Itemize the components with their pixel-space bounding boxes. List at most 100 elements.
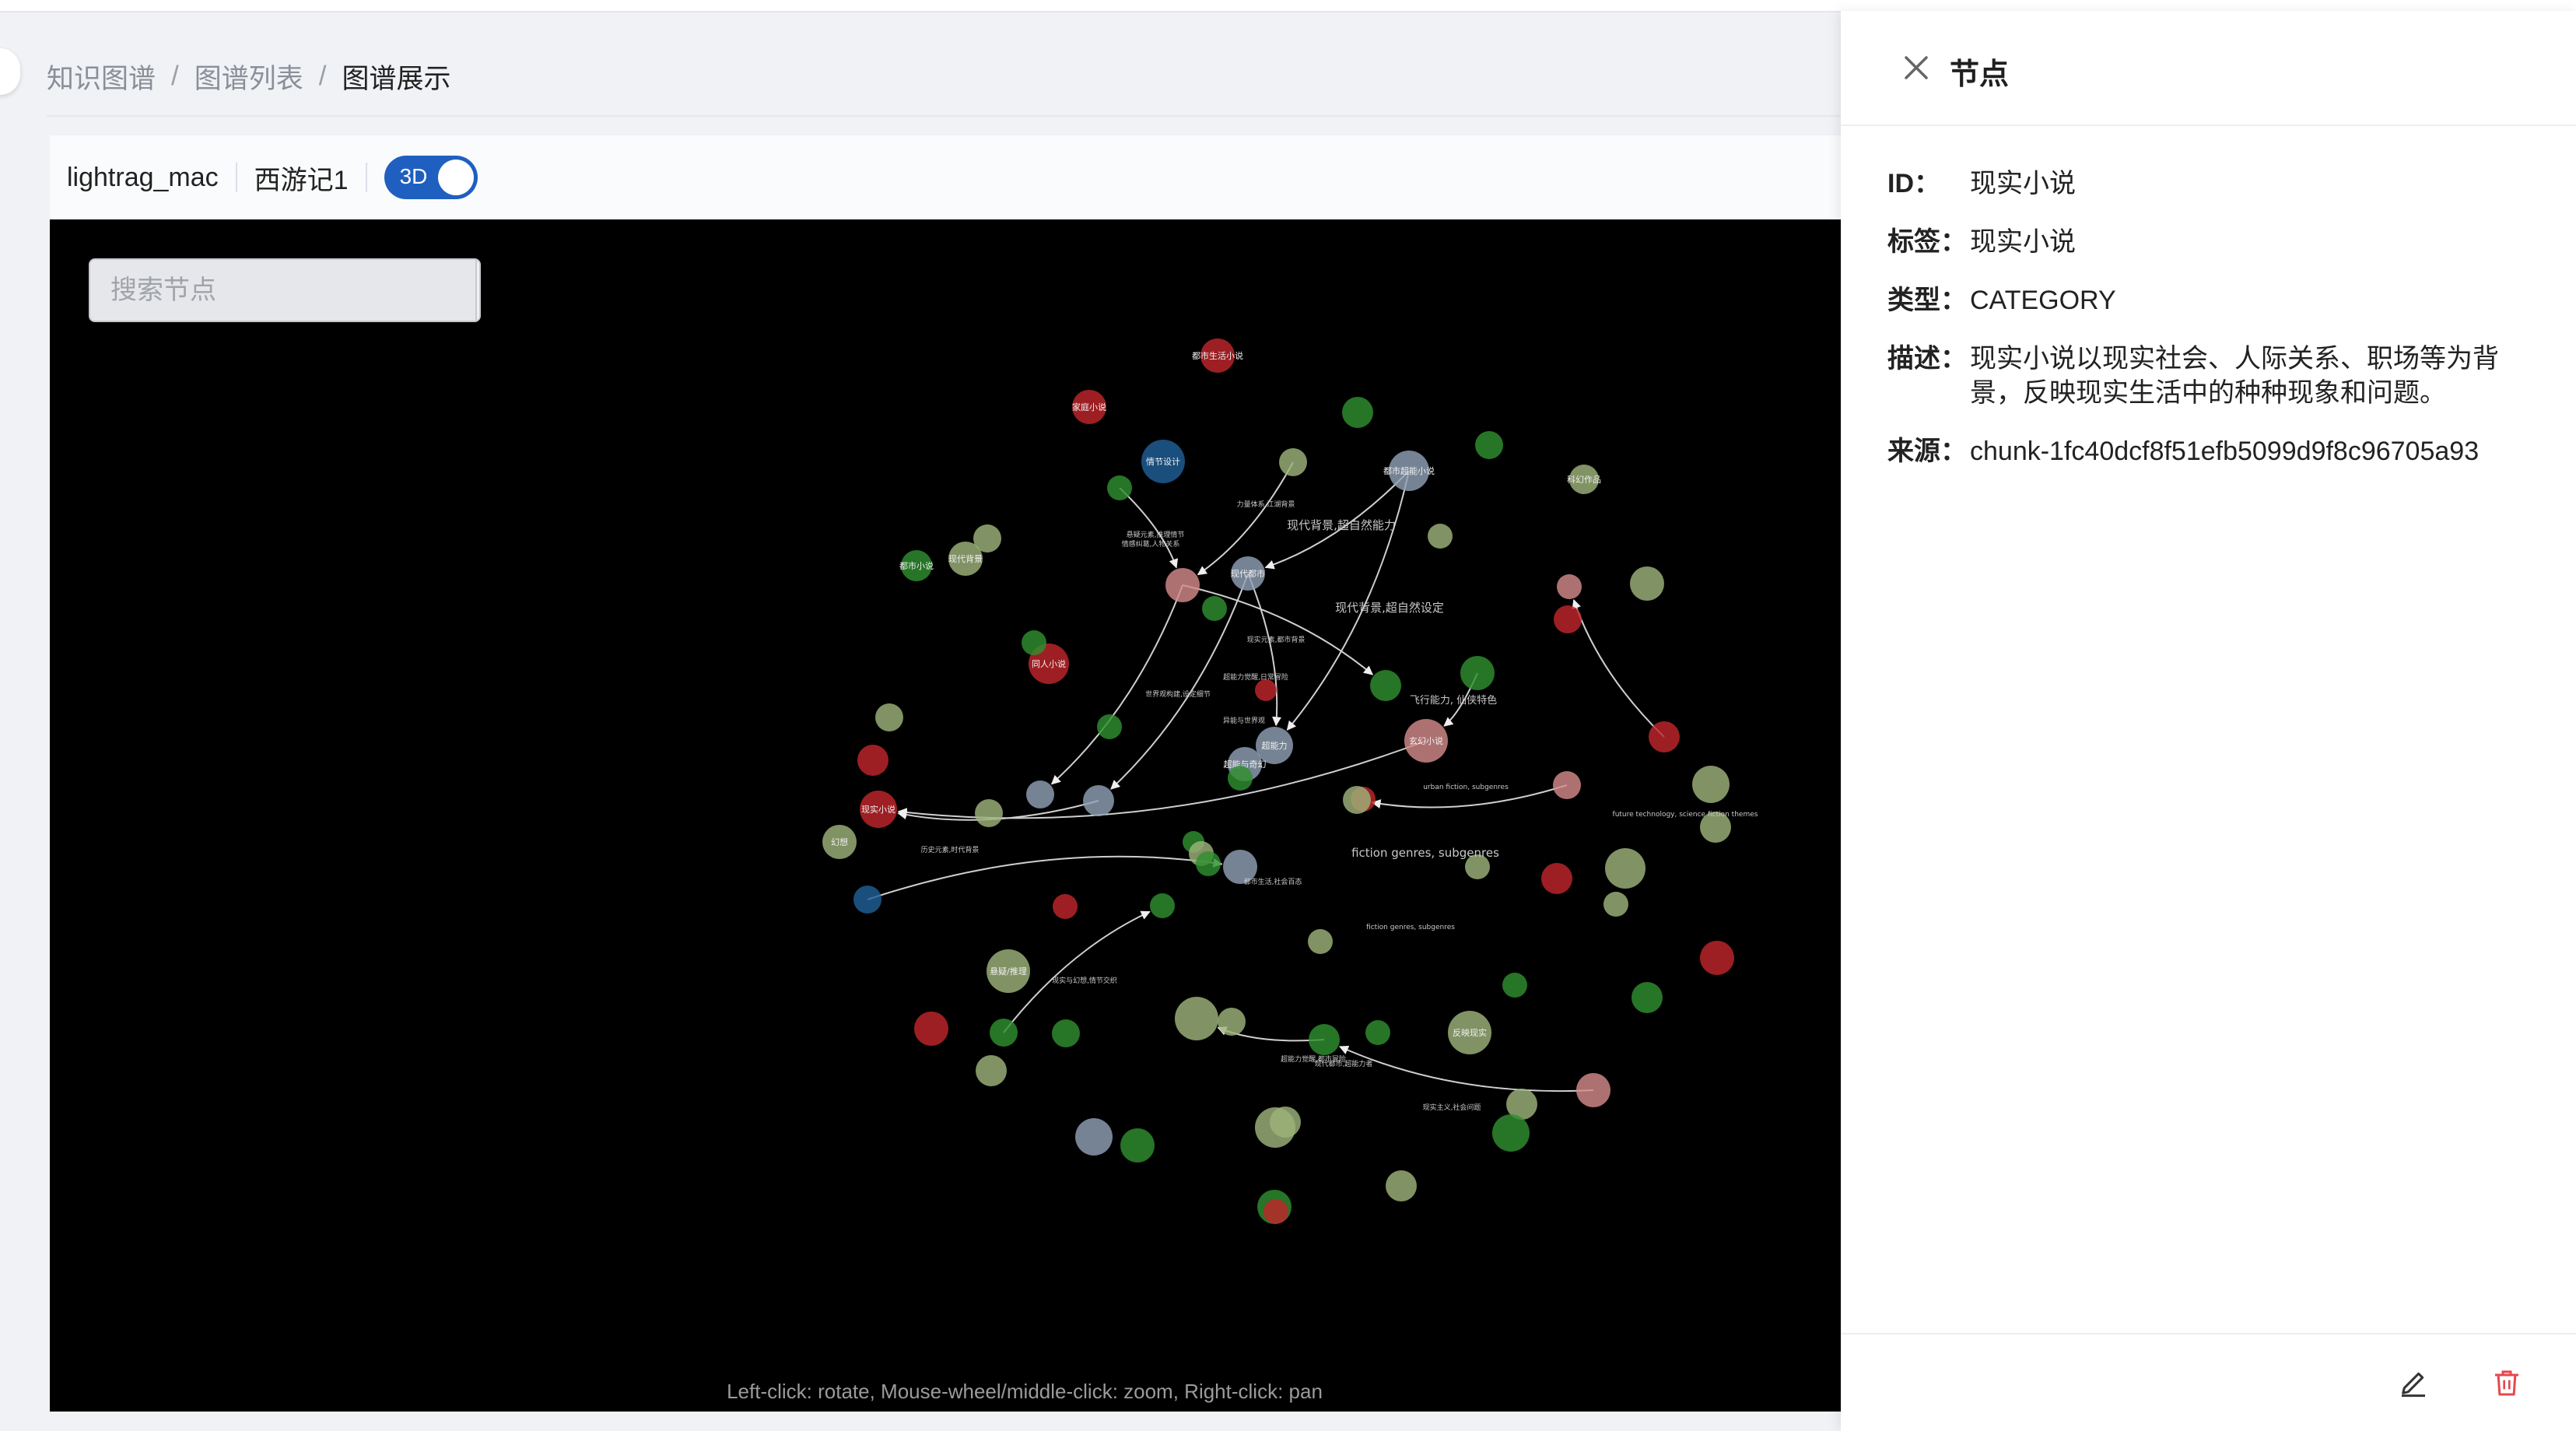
graph-node[interactable] (914, 1012, 948, 1046)
graph-node-circle[interactable] (1553, 771, 1581, 799)
graph-node-circle[interactable] (1630, 566, 1664, 601)
breadcrumb-graph-list[interactable]: 图谱列表 (195, 57, 303, 96)
graph-node-circle[interactable] (1150, 893, 1175, 918)
graph-node-circle[interactable] (1308, 929, 1333, 954)
3d-toggle-switch[interactable]: 3D (384, 156, 478, 199)
graph-node-circle[interactable] (1365, 1020, 1390, 1045)
graph-node[interactable] (1343, 786, 1371, 814)
graph-node-circle[interactable] (1631, 982, 1663, 1013)
graph-node[interactable] (1218, 1008, 1246, 1036)
node-search-input[interactable] (90, 260, 475, 321)
graph-node[interactable] (1603, 892, 1628, 917)
graph-node-circle[interactable] (1386, 1170, 1417, 1201)
graph-node-circle[interactable] (1097, 714, 1122, 739)
graph-node-circle[interactable] (1342, 397, 1373, 428)
graph-node-circle[interactable] (1270, 1107, 1301, 1138)
graph-node[interactable]: 现代都市 (1231, 556, 1265, 591)
graph-node[interactable] (1541, 863, 1572, 894)
graph-node-circle[interactable] (1554, 605, 1582, 633)
graph-node[interactable] (1107, 475, 1132, 500)
graph-node[interactable] (1308, 929, 1333, 954)
graph-node[interactable] (990, 1019, 1018, 1047)
graph-node[interactable] (853, 886, 881, 914)
graph-node[interactable] (1502, 973, 1527, 998)
graph-node[interactable] (1026, 780, 1054, 808)
graph-node-circle[interactable] (1370, 670, 1401, 701)
graph-node[interactable] (1554, 605, 1582, 633)
graph-node-circle[interactable] (1428, 524, 1453, 549)
graph-node[interactable] (1255, 679, 1277, 701)
graph-node-circle[interactable] (1022, 630, 1046, 655)
graph-node[interactable] (1428, 524, 1453, 549)
graph-node[interactable]: 玄幻小说 (1404, 719, 1448, 763)
graph-node-circle[interactable] (1218, 1008, 1246, 1036)
edit-button[interactable] (2398, 1367, 2429, 1398)
graph-node-circle[interactable] (1475, 431, 1503, 459)
graph-node[interactable] (1649, 721, 1680, 752)
delete-button[interactable] (2491, 1367, 2522, 1398)
graph-node-circle[interactable] (1603, 892, 1628, 917)
graph-node[interactable] (1270, 1107, 1301, 1138)
graph-node-circle[interactable] (1309, 1024, 1340, 1055)
graph-node[interactable] (1365, 1020, 1390, 1045)
graph-node-circle[interactable] (1492, 1114, 1530, 1152)
graph-node[interactable] (975, 799, 1003, 827)
graph-node-circle[interactable] (1053, 894, 1078, 919)
graph-node-circle[interactable] (1605, 848, 1645, 889)
graph-node[interactable] (1052, 1019, 1080, 1047)
graph-node[interactable] (1631, 982, 1663, 1013)
graph-node[interactable]: 科幻作品 (1567, 465, 1601, 494)
graph-node[interactable]: 反映现实 (1448, 1011, 1491, 1054)
graph-node-circle[interactable] (1541, 863, 1572, 894)
graph-node-circle[interactable] (1255, 679, 1277, 701)
graph-node[interactable] (1309, 1024, 1340, 1055)
sidebar-collapse-handle[interactable] (0, 48, 20, 95)
graph-node[interactable] (1576, 1073, 1610, 1107)
breadcrumb-knowledge-graph[interactable]: 知识图谱 (47, 57, 156, 96)
graph-node[interactable] (1279, 448, 1307, 476)
graph-node-circle[interactable] (1649, 721, 1680, 752)
graph-node[interactable] (1370, 670, 1401, 701)
graph-node-circle[interactable] (1279, 448, 1307, 476)
graph-node-circle[interactable] (1692, 766, 1730, 803)
graph-node[interactable] (1630, 566, 1664, 601)
graph-node-circle[interactable] (1557, 574, 1582, 599)
graph-node-circle[interactable] (857, 745, 888, 776)
graph-node[interactable]: 都市小说 (899, 550, 934, 581)
graph-node-circle[interactable] (1700, 941, 1734, 975)
graph-node[interactable] (1175, 997, 1218, 1040)
graph-node-circle[interactable] (914, 1012, 948, 1046)
close-button[interactable] (1897, 48, 1936, 87)
graph-node[interactable] (1475, 431, 1503, 459)
graph-node[interactable]: 超能力 (1256, 727, 1293, 764)
graph-node[interactable] (1150, 893, 1175, 918)
graph-node-circle[interactable] (975, 799, 1003, 827)
graph-node-circle[interactable] (1460, 656, 1495, 690)
graph-node[interactable] (1228, 766, 1253, 791)
graph-node-circle[interactable] (973, 524, 1001, 552)
graph-node[interactable] (1605, 848, 1645, 889)
graph-node[interactable] (1097, 714, 1122, 739)
graph-node[interactable]: 悬疑/推理 (987, 949, 1030, 993)
graph-node[interactable] (1557, 574, 1582, 599)
graph-node[interactable] (1075, 1118, 1113, 1156)
graph-node[interactable]: 情节设计 (1141, 440, 1185, 483)
graph-node-circle[interactable] (1576, 1073, 1610, 1107)
graph-node-circle[interactable] (1175, 997, 1218, 1040)
graph-node-circle[interactable] (1026, 780, 1054, 808)
graph-node-circle[interactable] (1052, 1019, 1080, 1047)
graph-node-circle[interactable] (1196, 851, 1221, 876)
graph-node[interactable] (1342, 397, 1373, 428)
graph-node[interactable] (1553, 771, 1581, 799)
graph-node-circle[interactable] (1202, 596, 1227, 621)
graph-node[interactable]: 现实小说 (860, 791, 897, 828)
graph-node-circle[interactable] (1083, 785, 1114, 816)
graph-node[interactable] (1083, 785, 1114, 816)
graph-node[interactable] (857, 745, 888, 776)
graph-node[interactable] (1386, 1170, 1417, 1201)
graph-node[interactable] (1263, 1199, 1288, 1224)
graph-node[interactable] (1165, 568, 1200, 602)
graph-node[interactable] (1196, 851, 1221, 876)
search-button[interactable] (475, 260, 479, 321)
graph-svg[interactable]: 都市生活小说家庭小说情节设计都市超能小说科幻作品现代都市 都市小说超能力 现代背景同… (50, 219, 1844, 1412)
